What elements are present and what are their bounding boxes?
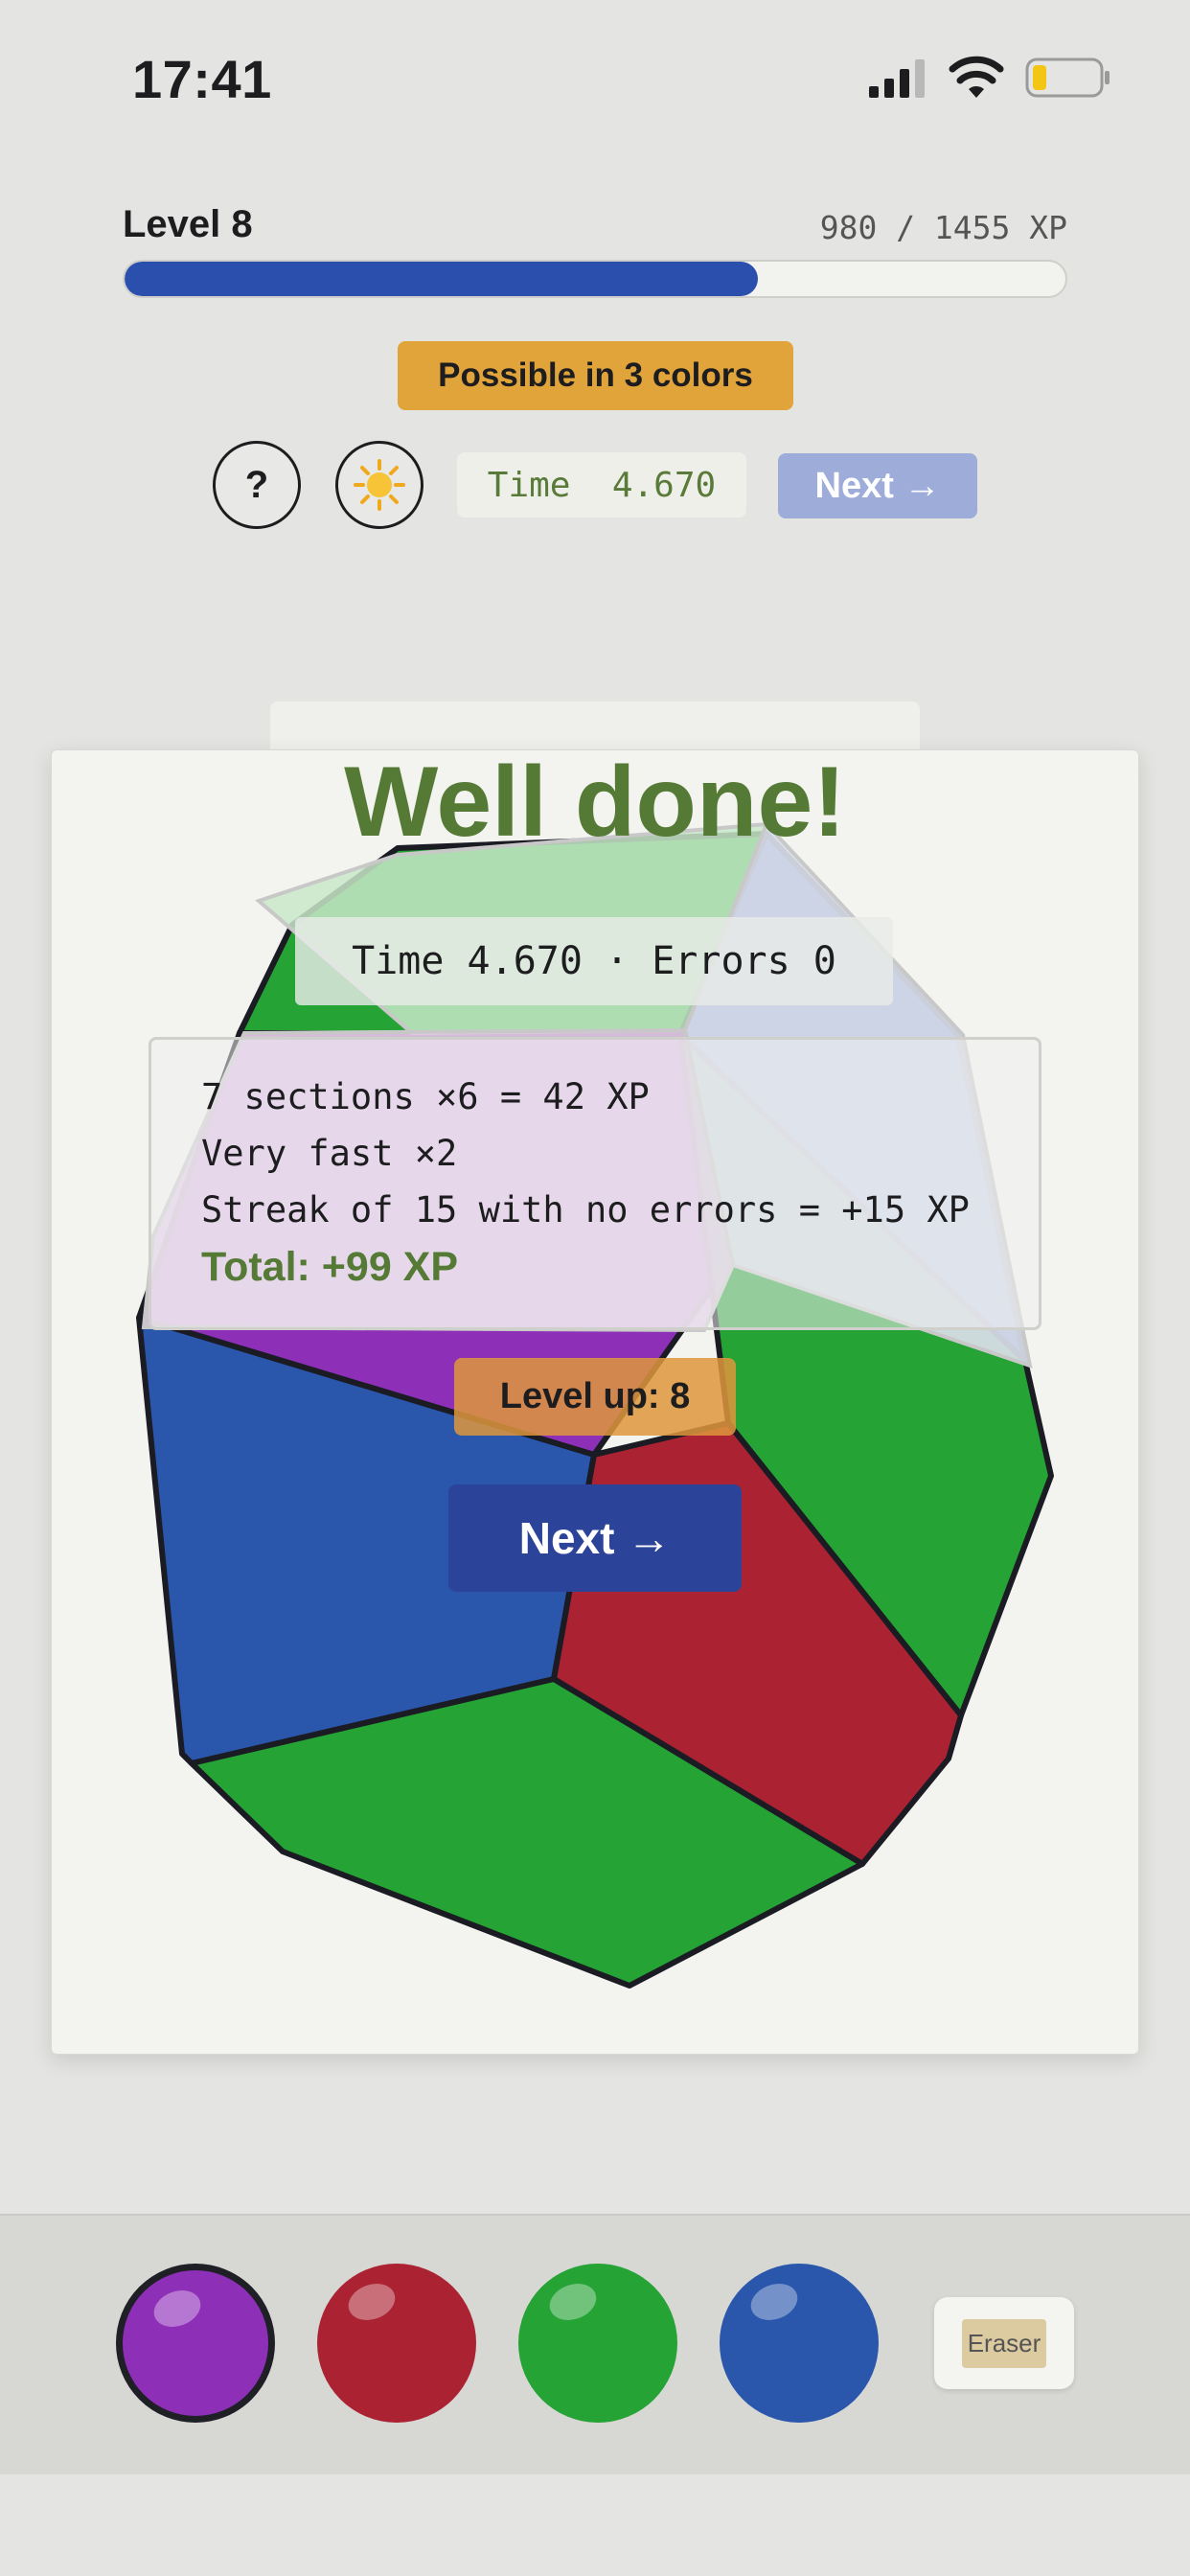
swatch-shine	[745, 2277, 803, 2327]
next-button[interactable]: Next →	[448, 1484, 742, 1592]
breakdown-line: Streak of 15 with no errors = +15 XP	[201, 1189, 970, 1230]
swatch-shine	[343, 2277, 400, 2327]
breakdown-line: 7 sections ×6 = 42 XP	[201, 1076, 650, 1117]
xp-total: Total: +99 XP	[201, 1244, 459, 1290]
result-title: Well done!	[344, 747, 846, 858]
result-stats: Time 4.670 · Errors 0	[295, 917, 893, 1005]
color-swatch-blue[interactable]	[720, 2264, 879, 2423]
breakdown-line: Very fast ×2	[201, 1133, 458, 1174]
eraser-label: Eraser	[961, 2318, 1047, 2368]
level-up-badge: Level up: 8	[454, 1358, 736, 1436]
color-swatch-purple[interactable]	[116, 2264, 275, 2423]
swatch-shine	[149, 2284, 206, 2334]
swatch-shine	[544, 2277, 602, 2327]
xp-breakdown-panel: 7 sections ×6 = 42 XP Very fast ×2 Strea…	[149, 1037, 1041, 1330]
color-swatch-red[interactable]	[317, 2264, 476, 2423]
color-swatch-green[interactable]	[518, 2264, 677, 2423]
eraser-button[interactable]: Eraser	[934, 2297, 1074, 2389]
